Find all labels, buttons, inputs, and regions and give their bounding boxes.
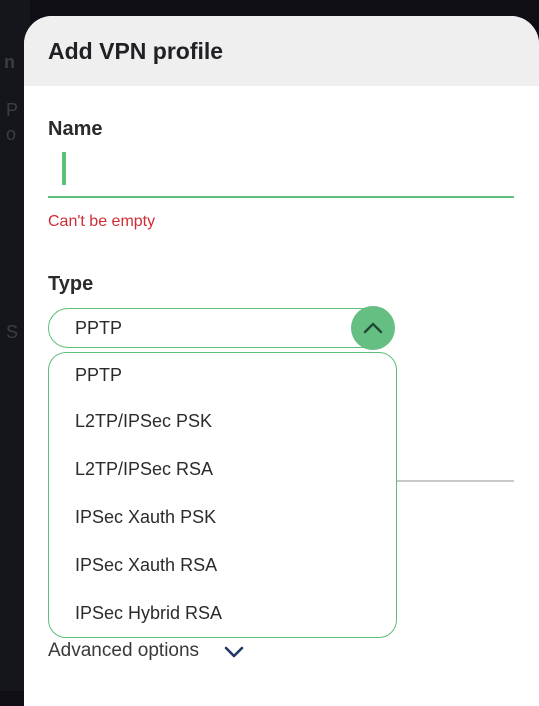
background-text: S: [6, 322, 19, 342]
name-label: Name: [48, 118, 103, 140]
dropdown-option-ipsec-xauth-psk[interactable]: IPSec Xauth PSK: [49, 493, 396, 541]
field-underline: [394, 480, 514, 482]
type-label: Type: [48, 273, 94, 295]
dialog-title: Add VPN profile: [48, 37, 224, 64]
name-error-message: Can't be empty: [48, 213, 156, 230]
dropdown-option-l2tp-ipsec-psk[interactable]: L2TP/IPSec PSK: [49, 397, 396, 445]
background-text: n: [4, 52, 15, 72]
text-cursor: [62, 152, 66, 185]
chevron-down-icon: [224, 646, 244, 658]
background-text: o: [6, 124, 17, 144]
advanced-options-label: Advanced options: [48, 640, 200, 661]
type-select[interactable]: PPTP: [48, 306, 395, 350]
dialog-header: Add VPN profile: [24, 16, 539, 86]
chevron-up-icon: [363, 322, 383, 334]
advanced-options-toggle[interactable]: Advanced options: [48, 640, 245, 662]
dropdown-option-l2tp-ipsec-rsa[interactable]: L2TP/IPSec RSA: [49, 445, 396, 493]
dropdown-option-ipsec-xauth-rsa[interactable]: IPSec Xauth RSA: [49, 541, 396, 589]
background-text: P: [6, 100, 19, 120]
collapse-dropdown-button[interactable]: [351, 306, 395, 350]
type-selected-value: PPTP: [75, 318, 123, 338]
add-vpn-profile-dialog: Add VPN profile Name Can't be empty Type…: [24, 16, 539, 706]
dropdown-option-pptp[interactable]: PPTP: [49, 353, 396, 397]
type-dropdown-list: PPTP L2TP/IPSec PSK L2TP/IPSec RSA IPSec…: [48, 352, 397, 638]
name-input[interactable]: [48, 144, 514, 198]
dropdown-option-ipsec-hybrid-rsa[interactable]: IPSec Hybrid RSA: [49, 589, 396, 637]
